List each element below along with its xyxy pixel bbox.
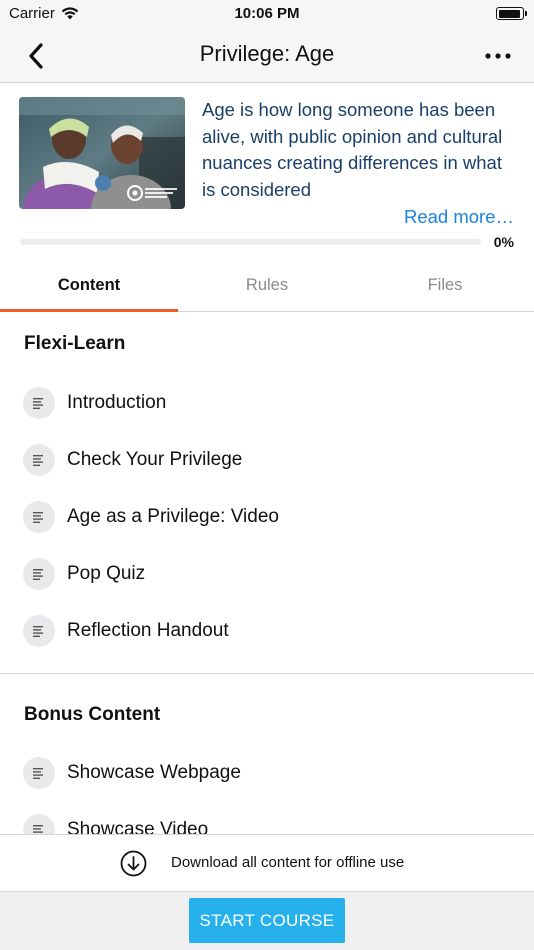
text-lines-icon bbox=[23, 814, 55, 834]
read-more-link[interactable]: Read more… bbox=[404, 206, 514, 228]
navigation-bar: Privilege: Age bbox=[0, 28, 534, 83]
list-item[interactable]: Check Your Privilege bbox=[0, 437, 534, 483]
text-lines-icon bbox=[23, 444, 55, 476]
course-thumbnail bbox=[19, 97, 185, 209]
content-list[interactable]: Flexi-Learn Introduction Check Your Priv… bbox=[0, 313, 534, 834]
status-bar: Carrier 10:06 PM bbox=[0, 0, 534, 28]
course-photo bbox=[19, 97, 185, 209]
tab-bar: Content Rules Files bbox=[0, 260, 534, 312]
download-offline-button[interactable]: Download all content for offline use bbox=[0, 834, 534, 891]
section-title-bonus-content: Bonus Content bbox=[24, 704, 161, 725]
section-divider bbox=[0, 673, 534, 674]
more-horizontal-icon bbox=[485, 53, 511, 59]
course-progress-label: 0% bbox=[493, 234, 514, 250]
tab-content[interactable]: Content bbox=[0, 260, 178, 312]
list-item-label: Check Your Privilege bbox=[67, 449, 243, 470]
list-item[interactable]: Pop Quiz bbox=[0, 551, 534, 597]
list-item[interactable]: Reflection Handout bbox=[0, 608, 534, 654]
list-item-label: Reflection Handout bbox=[67, 620, 229, 641]
text-lines-icon bbox=[23, 558, 55, 590]
text-lines-icon bbox=[23, 387, 55, 419]
section-title-flexi-learn: Flexi-Learn bbox=[24, 333, 126, 354]
text-lines-icon bbox=[23, 501, 55, 533]
tab-files[interactable]: Files bbox=[356, 260, 534, 311]
course-description: Age is how long someone has been alive, … bbox=[202, 99, 503, 200]
tab-rules[interactable]: Rules bbox=[178, 260, 356, 311]
text-lines-icon bbox=[23, 757, 55, 789]
course-progress-bar bbox=[20, 239, 481, 245]
list-item-label: Pop Quiz bbox=[67, 563, 146, 584]
download-circle-icon bbox=[120, 850, 147, 877]
battery-icon bbox=[496, 7, 527, 20]
page-title: Privilege: Age bbox=[199, 41, 335, 66]
list-item[interactable]: Showcase Webpage bbox=[0, 750, 534, 796]
bottom-action-bar: START COURSE bbox=[0, 891, 534, 950]
more-options-button[interactable] bbox=[480, 38, 516, 74]
list-item-label: Showcase Webpage bbox=[67, 762, 241, 783]
battery-level bbox=[498, 9, 521, 18]
clock: 10:06 PM bbox=[234, 5, 300, 22]
list-item[interactable]: Introduction bbox=[0, 380, 534, 426]
list-item-label: Introduction bbox=[67, 392, 167, 413]
list-item[interactable]: Showcase Video bbox=[0, 807, 534, 834]
download-label: Download all content for offline use bbox=[171, 854, 405, 871]
text-lines-icon bbox=[23, 615, 55, 647]
list-item-label: Showcase Video bbox=[67, 819, 209, 834]
list-item-label: Age as a Privilege: Video bbox=[67, 506, 279, 527]
start-course-button[interactable]: START COURSE bbox=[189, 898, 345, 943]
list-item[interactable]: Age as a Privilege: Video bbox=[0, 494, 534, 540]
